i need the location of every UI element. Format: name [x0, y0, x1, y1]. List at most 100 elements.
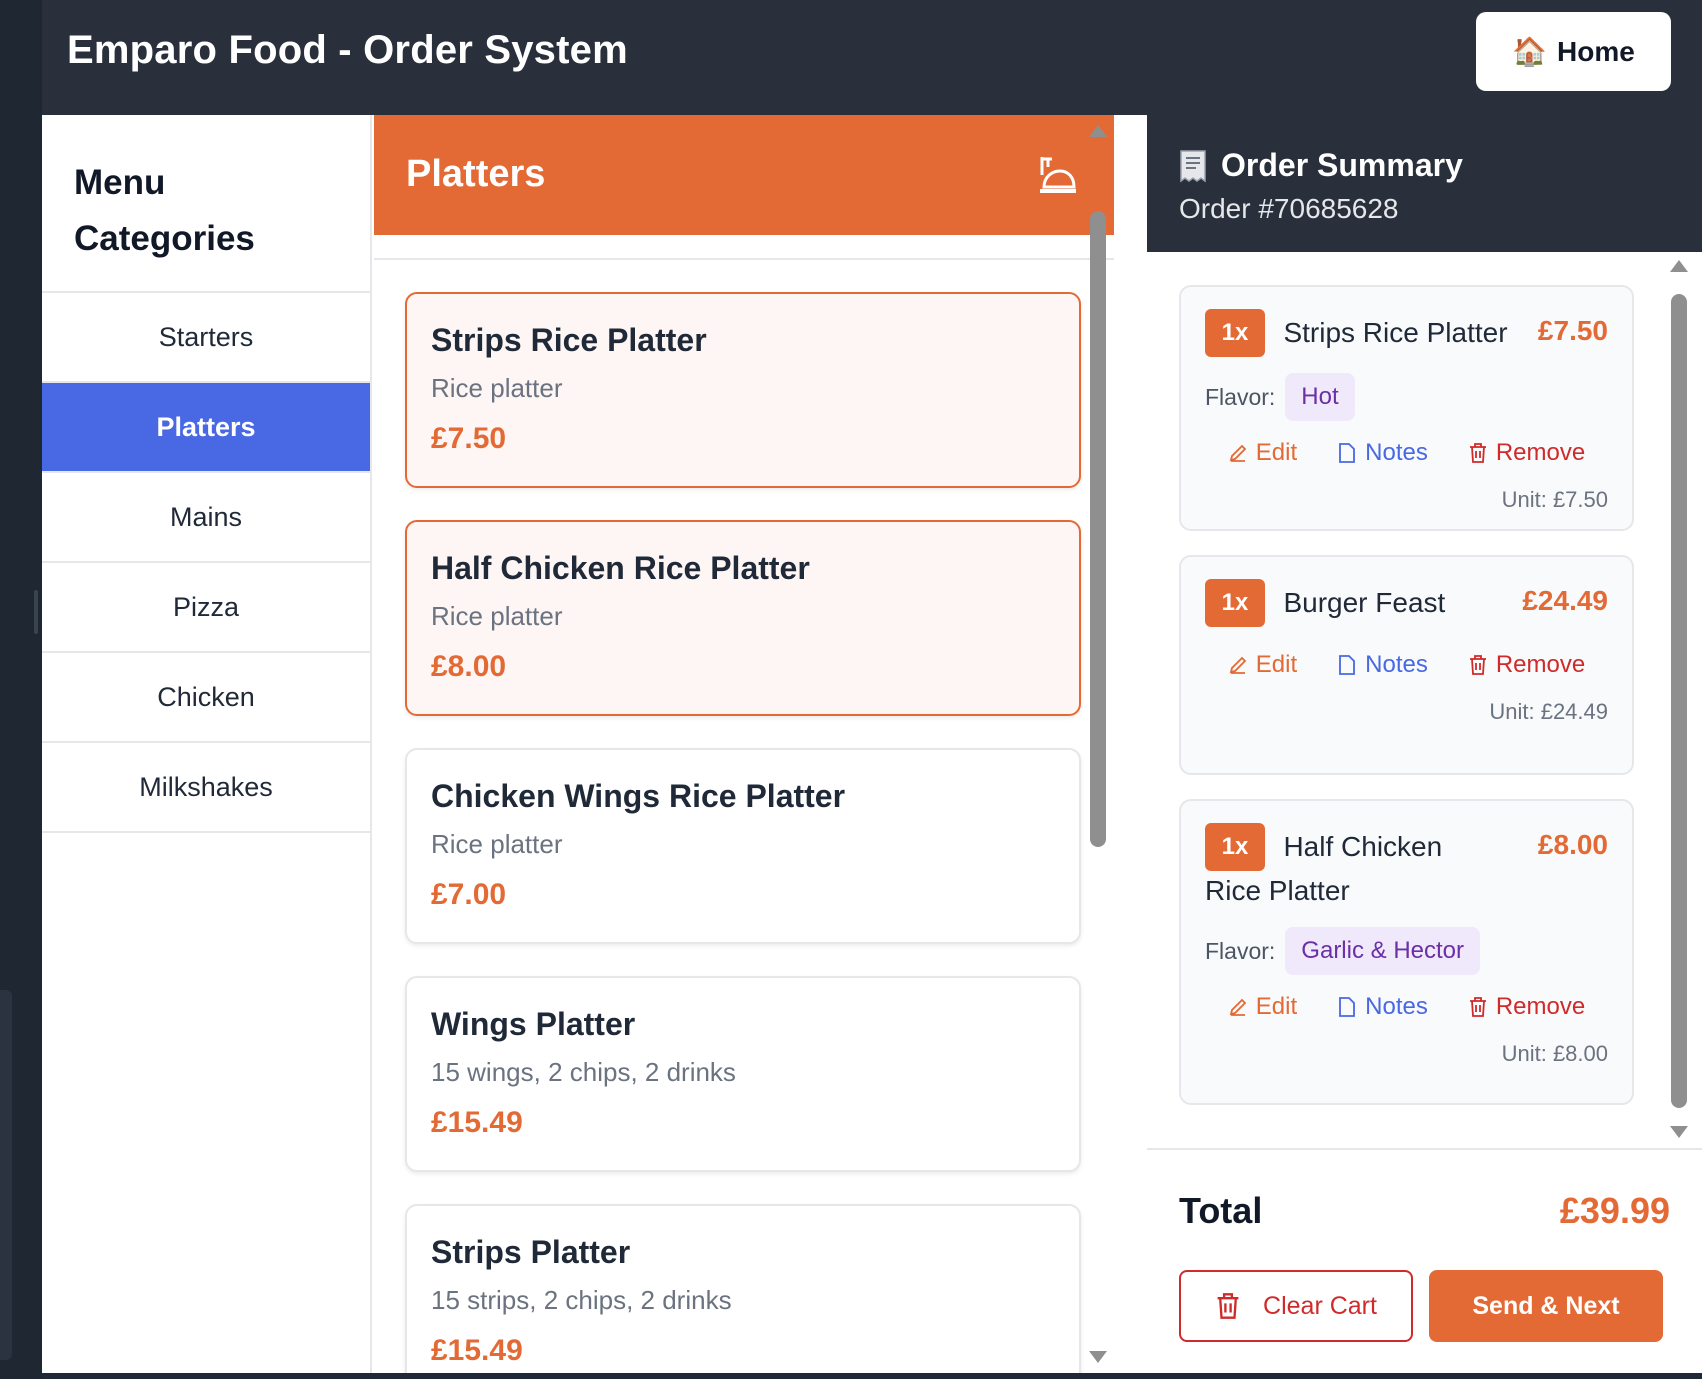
category-pizza[interactable]: Pizza: [42, 563, 370, 653]
cart-item-name: Strips Rice Platter: [1283, 317, 1508, 348]
menu-item-name: Strips Rice Platter: [431, 322, 707, 358]
edit-label: Edit: [1255, 651, 1298, 678]
note-icon: [1339, 655, 1356, 675]
cart-item-price: £8.00: [1537, 829, 1608, 860]
cart-item-name: Burger Feast: [1283, 587, 1446, 618]
clear-cart-button[interactable]: Clear Cart: [1179, 1270, 1413, 1342]
category-mains[interactable]: Mains: [42, 473, 370, 563]
background-panel: [0, 990, 12, 1360]
menu-scrollbar-thumb[interactable]: [1090, 211, 1106, 847]
menu-item-card[interactable]: Half Chicken Rice Platter Rice platter £…: [405, 520, 1081, 716]
menu-item-name: Chicken Wings Rice Platter: [431, 778, 846, 814]
resize-handle[interactable]: [34, 590, 38, 634]
quantity-badge: 1x: [1205, 579, 1265, 627]
top-bar: Emparo Food - Order System 🏠 Home: [42, 0, 1702, 115]
remove-button[interactable]: Remove: [1468, 993, 1585, 1021]
unit-price: Unit: £7.50: [1501, 487, 1608, 512]
remove-button[interactable]: Remove: [1468, 651, 1585, 679]
category-sidebar: Menu Categories Starters Platters Mains …: [42, 115, 372, 1373]
category-chicken[interactable]: Chicken: [42, 653, 370, 743]
scroll-down-arrow-icon[interactable]: [1089, 1351, 1107, 1363]
menu-item-description: 15 strips, 2 chips, 2 drinks: [431, 1285, 732, 1315]
menu-header: Platters: [374, 115, 1114, 235]
trash-icon: [1469, 997, 1486, 1017]
menu-divider: [374, 258, 1114, 260]
cart-scrollbar-thumb[interactable]: [1671, 294, 1687, 1108]
quantity-badge: 1x: [1205, 823, 1265, 871]
menu-item-price: £15.49: [431, 1334, 523, 1367]
category-platters[interactable]: Platters: [42, 383, 370, 473]
order-summary-title: Order Summary: [1221, 147, 1463, 183]
menu-item-description: Rice platter: [431, 601, 563, 631]
order-system-app: Emparo Food - Order System 🏠 Home Menu C…: [42, 0, 1702, 1373]
cart-list: 1x Strips Rice Platter £7.50 Flavor: Hot…: [1179, 285, 1634, 1129]
cart-item-price: £7.50: [1537, 315, 1608, 346]
edit-button[interactable]: Edit: [1228, 439, 1297, 467]
menu-item-card[interactable]: Strips Rice Platter Rice platter £7.50: [405, 292, 1081, 488]
flavor-label: Flavor:: [1205, 937, 1276, 964]
edit-label: Edit: [1255, 993, 1298, 1020]
menu-item-card[interactable]: Chicken Wings Rice Platter Rice platter …: [405, 748, 1081, 944]
edit-label: Edit: [1255, 439, 1298, 466]
pencil-icon: [1229, 656, 1247, 674]
menu-item-price: £7.50: [431, 422, 507, 455]
remove-label: Remove: [1495, 439, 1586, 466]
trash-icon: [1469, 655, 1486, 675]
remove-button[interactable]: Remove: [1468, 439, 1585, 467]
cart-item-flavor-row: Flavor: Hot: [1205, 373, 1608, 421]
cart-item-header: 1x Burger Feast £24.49: [1205, 579, 1608, 627]
category-starters[interactable]: Starters: [42, 293, 370, 383]
category-milkshakes[interactable]: Milkshakes: [42, 743, 370, 833]
menu-item-description: 15 wings, 2 chips, 2 drinks: [431, 1057, 736, 1087]
scroll-up-arrow-icon[interactable]: [1670, 260, 1688, 272]
menu-item-card[interactable]: Wings Platter 15 wings, 2 chips, 2 drink…: [405, 976, 1081, 1172]
menu-item-name: Wings Platter: [431, 1006, 636, 1042]
cart-scrollbar[interactable]: [1668, 260, 1688, 1145]
note-icon: [1339, 443, 1356, 463]
notes-button[interactable]: Notes: [1337, 439, 1428, 467]
platter-icon: [1040, 157, 1076, 193]
order-summary-title-row: Order Summary: [1179, 147, 1463, 184]
remove-label: Remove: [1495, 651, 1586, 678]
pencil-icon: [1229, 444, 1247, 462]
home-button[interactable]: 🏠 Home: [1476, 12, 1671, 91]
notes-label: Notes: [1365, 651, 1428, 678]
cart-item: 1x Burger Feast £24.49 Edit Notes Remove…: [1179, 555, 1634, 775]
notes-button[interactable]: Notes: [1337, 651, 1428, 679]
menu-item-price: £7.00: [431, 878, 507, 911]
edit-button[interactable]: Edit: [1228, 993, 1297, 1021]
order-summary-footer: Total £39.99 Clear Cart Send & Next: [1147, 1148, 1702, 1373]
notes-label: Notes: [1365, 993, 1428, 1020]
cart-item-actions: Edit Notes Remove: [1205, 651, 1608, 679]
total-value: £39.99: [1559, 1190, 1670, 1231]
cart-item-actions: Edit Notes Remove: [1205, 993, 1608, 1021]
clear-cart-label: Clear Cart: [1263, 1291, 1377, 1320]
menu-item-card[interactable]: Strips Platter 15 strips, 2 chips, 2 dri…: [405, 1204, 1081, 1373]
total-label: Total: [1179, 1190, 1263, 1231]
order-number: Order #70685628: [1179, 193, 1399, 224]
notes-button[interactable]: Notes: [1337, 993, 1428, 1021]
edit-button[interactable]: Edit: [1228, 651, 1297, 679]
cart-item-actions: Edit Notes Remove: [1205, 439, 1608, 467]
send-next-button[interactable]: Send & Next: [1429, 1270, 1663, 1342]
menu-item-name: Strips Platter: [431, 1234, 631, 1270]
cart-item: 1x Strips Rice Platter £7.50 Flavor: Hot…: [1179, 285, 1634, 531]
flavor-tag: Hot: [1285, 373, 1355, 421]
scroll-down-arrow-icon[interactable]: [1670, 1126, 1688, 1138]
cart-item-flavor-row: Flavor: Garlic & Hector: [1205, 927, 1608, 975]
remove-label: Remove: [1495, 993, 1586, 1020]
cart-item-price: £24.49: [1522, 585, 1608, 616]
quantity-badge: 1x: [1205, 309, 1265, 357]
menu-item-price: £8.00: [431, 650, 507, 683]
house-icon: 🏠: [1512, 36, 1548, 67]
menu-item-list: Strips Rice Platter Rice platter £7.50 H…: [405, 292, 1081, 1373]
scroll-up-arrow-icon[interactable]: [1089, 125, 1107, 137]
app-title: Emparo Food - Order System: [67, 28, 628, 72]
menu-item-price: £15.49: [431, 1106, 523, 1139]
menu-scrollbar[interactable]: [1087, 115, 1107, 1373]
menu-panel: Platters Strips Rice Platter Rice platte…: [372, 115, 1117, 1373]
notes-label: Notes: [1365, 439, 1428, 466]
menu-item-description: Rice platter: [431, 829, 563, 859]
flavor-label: Flavor:: [1205, 383, 1276, 410]
cart-item: 1x Half Chicken Rice Platter £8.00 Flavo…: [1179, 799, 1634, 1105]
